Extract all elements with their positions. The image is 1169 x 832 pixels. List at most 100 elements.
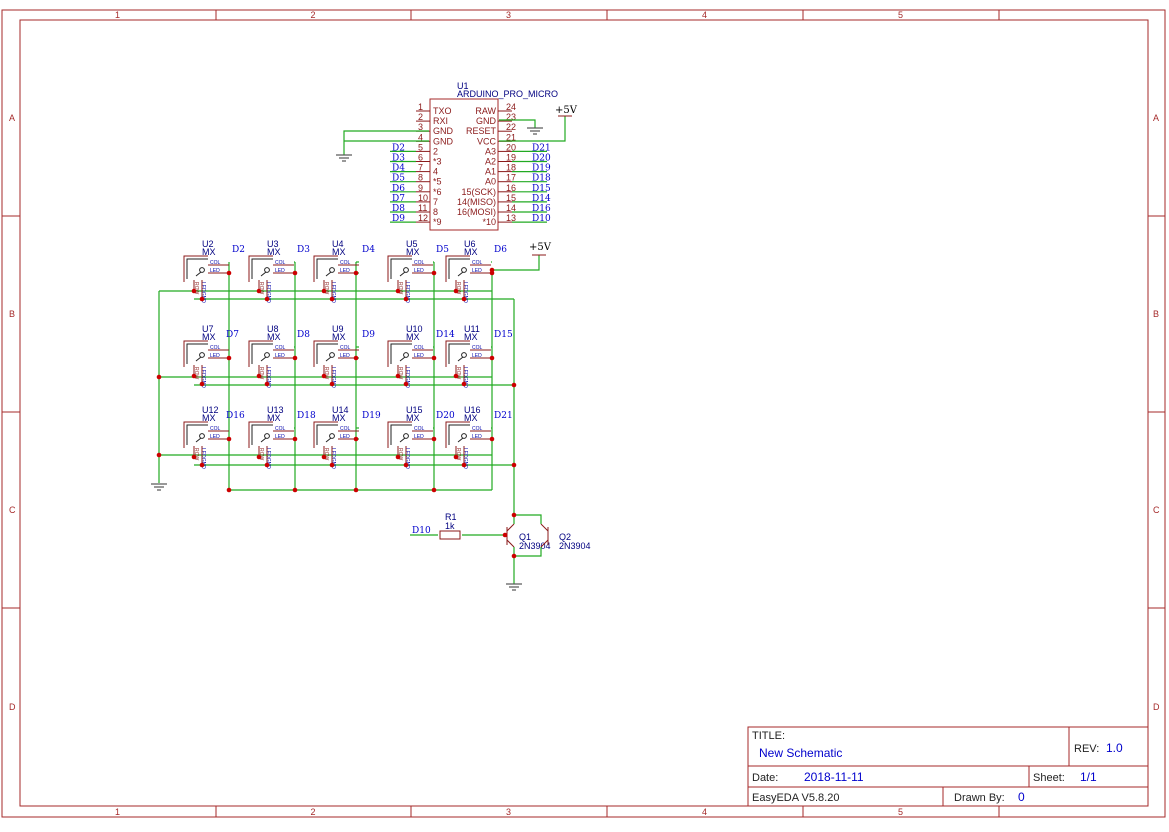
vcc-label: +5V — [555, 105, 578, 116]
mcu-pin-name: 4 — [433, 167, 438, 177]
net-label: D2 — [392, 143, 405, 153]
key-switch-u10: U10MX D14COLLEDROW LEDGND — [387, 324, 455, 388]
mcu-pin-name: 7 — [433, 197, 438, 207]
mcu-pin-number: 2 — [418, 112, 423, 122]
junction-dot — [199, 296, 205, 302]
junction-dot — [431, 270, 437, 276]
frame-row-label: B — [9, 309, 15, 319]
mcu-pin-number: 10 — [418, 193, 428, 203]
switch-body — [316, 343, 338, 364]
key-switch-u8: U8MX D8COLLEDROW LEDGND — [248, 324, 310, 388]
switch-body — [251, 343, 273, 364]
switch-pin-label: LED — [414, 353, 424, 359]
junction-dot — [199, 462, 205, 468]
mcu-pin-name: 8 — [433, 207, 438, 217]
switch-contact — [461, 267, 467, 273]
mcu-pin-number: 12 — [418, 213, 428, 223]
switch-body — [316, 258, 338, 279]
mcu-pin-name: *5 — [433, 177, 442, 187]
software-label: EasyEDA V5.8.20 — [752, 792, 839, 804]
switch-net-label: D4 — [362, 245, 375, 255]
junction-dot — [461, 381, 467, 387]
gnd-symbol — [151, 483, 167, 491]
mcu-pin-number: 7 — [418, 163, 423, 173]
switch-contact — [329, 352, 335, 358]
switch-net-label: D8 — [297, 330, 310, 340]
matrix-wiring: +5V — [151, 242, 552, 515]
net-label: D7 — [392, 194, 405, 204]
net-label: D16 — [532, 204, 551, 214]
sheet-label: Sheet: — [1033, 772, 1065, 784]
switch-body — [448, 424, 470, 445]
switch-pin-label: LED — [472, 434, 482, 440]
gnd-symbol — [506, 583, 522, 591]
switch-contact — [264, 433, 270, 439]
junction-dot — [453, 454, 459, 460]
junction-dot — [511, 382, 517, 388]
switch-lever — [325, 437, 332, 443]
switch-lever — [195, 356, 202, 362]
key-switch-u6: U6MX D6COLLEDROW LEDGND — [445, 239, 507, 303]
net-label: D14 — [532, 194, 551, 204]
drawn-by-value: 0 — [1018, 790, 1025, 804]
switch-pin-label: COL — [340, 426, 351, 432]
mcu-value: ARDUINO_PRO_MICRO — [457, 89, 558, 99]
switch-pin-label: COL — [210, 426, 221, 432]
switch-net-label: D15 — [494, 330, 513, 340]
drawn-by-label: Drawn By: — [954, 792, 1005, 804]
junction-dot — [453, 288, 459, 294]
junction-dot — [353, 270, 359, 276]
junction-dot — [264, 462, 270, 468]
switch-lever — [260, 356, 267, 362]
frame-row-label: A — [9, 113, 15, 123]
junction-dot — [292, 436, 298, 442]
schematic-canvas: 1122334455A AB BC CD D U1 ARDUINO_PRO_MICRO … — [1, 9, 1166, 818]
switch-lever — [457, 356, 464, 362]
mcu-pin-number: 11 — [418, 203, 427, 213]
frame-column-label: 2 — [311, 10, 316, 20]
mcu-pin-name: A3 — [485, 146, 496, 156]
switch-pin-label: COL — [414, 260, 425, 266]
junction-dot — [292, 487, 298, 493]
mcu-pin-number: 1 — [418, 102, 423, 112]
date-label: Date: — [752, 772, 778, 784]
junction-dot — [329, 462, 335, 468]
switch-net-label: D14 — [436, 330, 455, 340]
switch-pin-label: LED — [275, 353, 285, 359]
rev-label: REV: — [1074, 743, 1099, 755]
switch-net-label: D2 — [232, 245, 245, 255]
junction-dot — [431, 436, 437, 442]
mcu-pin-name: 15(SCK) — [461, 187, 496, 197]
q2-value: 2N3904 — [559, 541, 591, 551]
switch-body — [390, 258, 412, 279]
key-switch-u15: U15MX D20COLLEDROW LEDGND — [387, 405, 455, 469]
junction-dot — [191, 454, 197, 460]
switch-pin-label: LED — [472, 268, 482, 274]
switch-pin-label: LED — [275, 434, 285, 440]
switch-body — [316, 424, 338, 445]
key-switch-u3: U3MX D3COLLEDROW LEDGND — [248, 239, 310, 303]
frame-row-label: D — [1153, 702, 1160, 712]
wire-q2-collector — [514, 514, 542, 524]
switch-lever — [457, 437, 464, 443]
junction-dot — [264, 381, 270, 387]
junction-dot — [511, 512, 517, 518]
junction-dot — [489, 267, 495, 273]
junction-dot — [502, 532, 508, 538]
switch-body — [251, 258, 273, 279]
resistor-r1 — [439, 530, 461, 540]
switch-pin-label: LED — [472, 353, 482, 359]
mcu-pins: 1 TXO2 RXI3 GND4 GND5 2D26 *3D37 4D48 *5D59 *6D61… — [390, 102, 551, 227]
switch-lever — [195, 437, 202, 443]
switch-pin-label: LED — [414, 434, 424, 440]
junction-dot — [353, 355, 359, 361]
junction-dot — [395, 454, 401, 460]
mcu-pin-name: RESET — [466, 126, 497, 136]
switch-net-label: D7 — [226, 330, 239, 340]
junction-dot — [292, 270, 298, 276]
mcu-pin-name: A2 — [485, 157, 496, 167]
junction-dot — [403, 296, 409, 302]
switch-contact — [329, 433, 335, 439]
junction-dot — [321, 373, 327, 379]
junction-dot — [431, 487, 437, 493]
